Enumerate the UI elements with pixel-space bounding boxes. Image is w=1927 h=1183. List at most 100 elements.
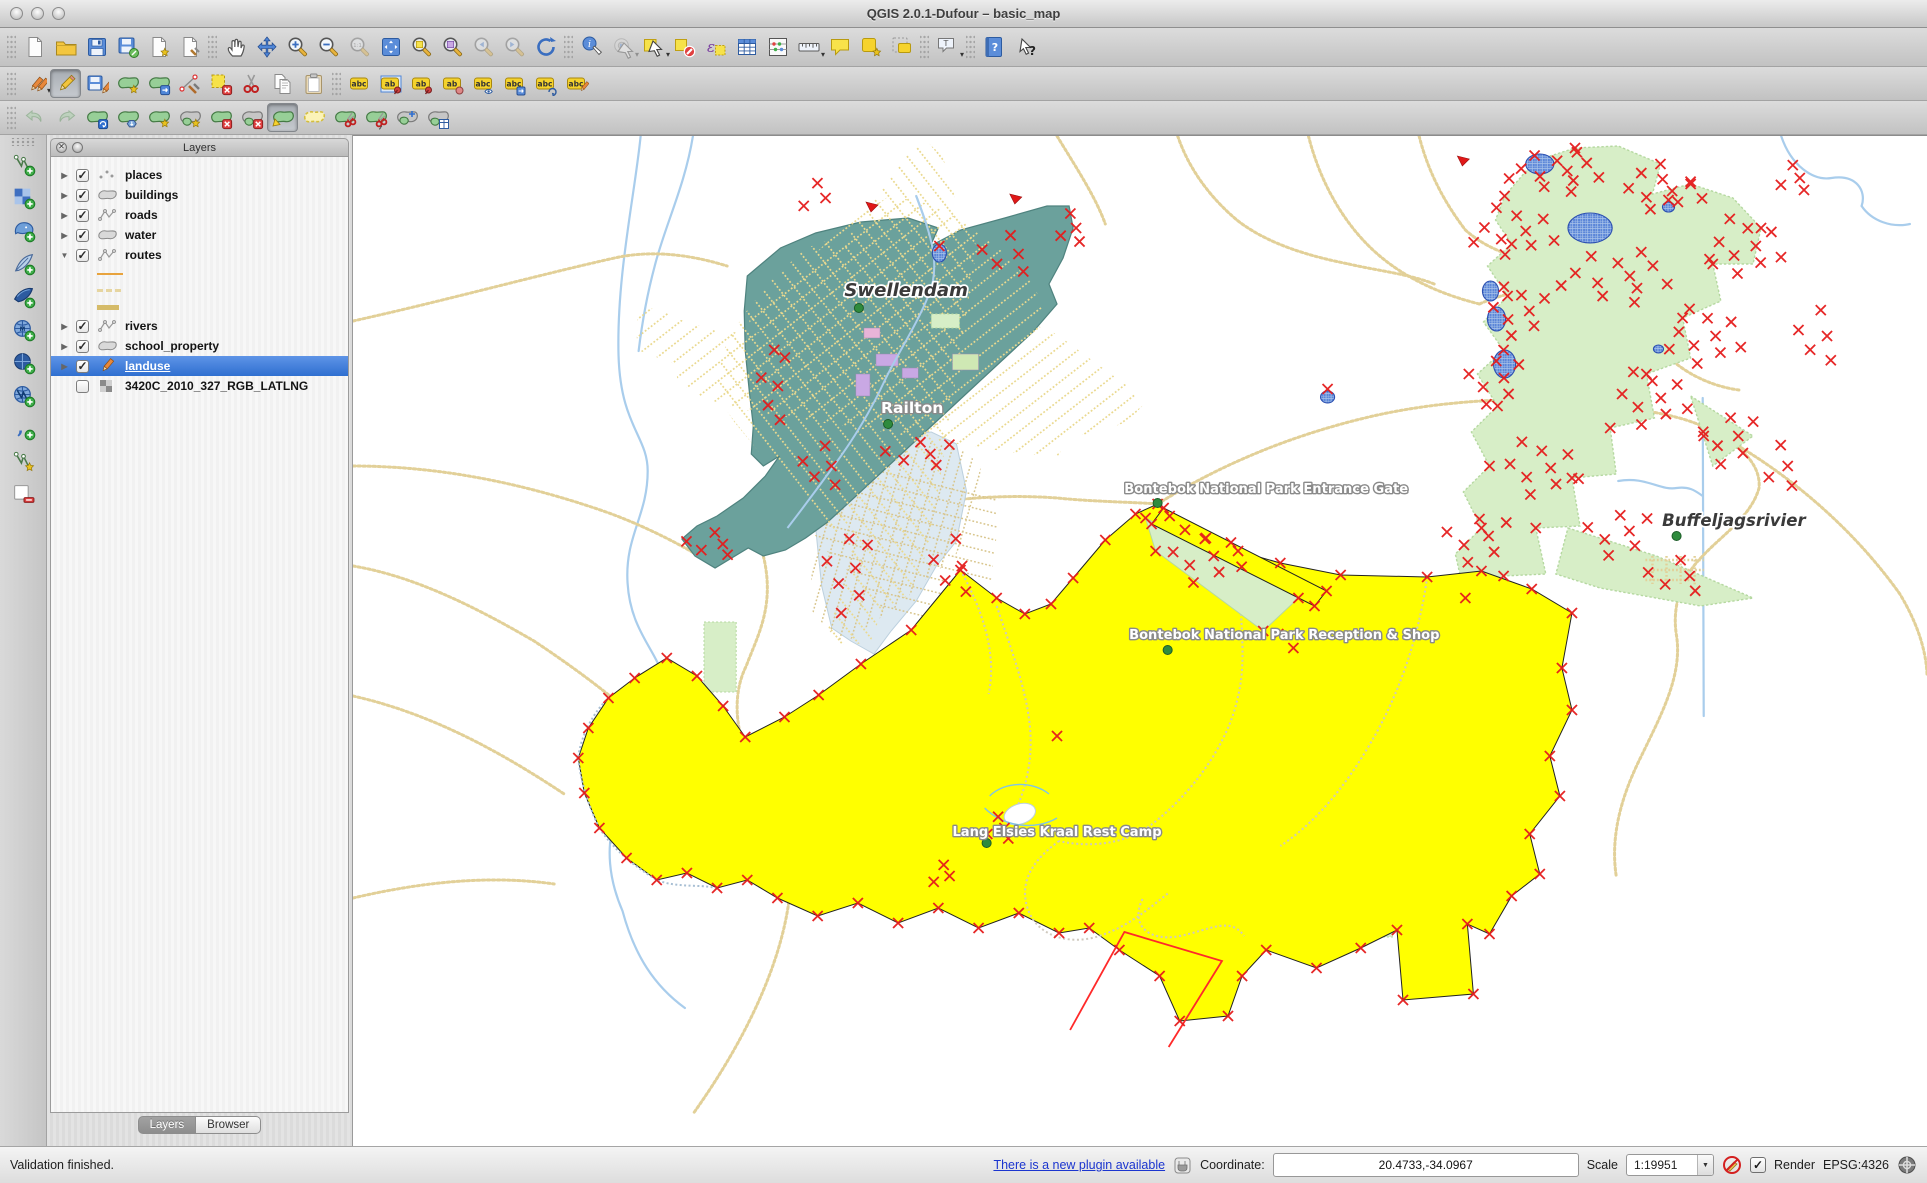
split-parts-button[interactable] — [360, 103, 391, 132]
zoom-to-layer-button[interactable] — [437, 33, 468, 62]
expand-arrow-icon[interactable]: ▶ — [60, 211, 69, 220]
remove-layer-button[interactable] — [8, 480, 39, 509]
minimize-window-button[interactable] — [31, 7, 44, 20]
layer-item-school_property[interactable]: ▶✓school_property — [51, 336, 348, 356]
save-as-image-button[interactable] — [143, 33, 174, 62]
layer-checkbox[interactable]: ✓ — [76, 360, 89, 373]
scale-dropdown-arrow[interactable]: ▼ — [1697, 1155, 1713, 1175]
layer-checkbox[interactable]: ✓ — [76, 249, 89, 262]
scale-combo[interactable]: 1:19951 ▼ — [1626, 1154, 1714, 1176]
layer-checkbox[interactable]: ✓ — [76, 209, 89, 222]
layer-checkbox[interactable]: ✓ — [76, 189, 89, 202]
close-window-button[interactable] — [10, 7, 23, 20]
show-hide-labels-button[interactable]: abc — [468, 69, 499, 98]
identify-features-button[interactable]: i — [576, 33, 607, 62]
plugin-link[interactable]: There is a new plugin available — [993, 1158, 1165, 1172]
move-label-button[interactable]: abc — [499, 69, 530, 98]
add-wcs-layer-button[interactable] — [8, 348, 39, 377]
new-bookmark-button[interactable] — [855, 33, 886, 62]
pin-unpin-labels-button[interactable]: ab — [406, 69, 437, 98]
merge-attributes-button[interactable] — [422, 103, 453, 132]
add-postgis-layer-button[interactable] — [8, 216, 39, 245]
layer-item-water[interactable]: ▶✓water — [51, 225, 348, 245]
zoom-out-button[interactable] — [313, 33, 344, 62]
add-raster-layer-button[interactable] — [8, 183, 39, 212]
refresh-map-button[interactable] — [530, 33, 561, 62]
rotate-feature-button[interactable] — [81, 103, 112, 132]
plugin-icon[interactable] — [1173, 1156, 1192, 1175]
dock-tab-browser[interactable]: Browser — [196, 1116, 261, 1134]
map-canvas[interactable]: SwellendamRailtonBontebok National Park … — [353, 135, 1927, 1146]
add-feature-button[interactable] — [112, 69, 143, 98]
layer-checkbox[interactable]: ✓ — [76, 169, 89, 182]
save-layer-edits-button[interactable] — [81, 69, 112, 98]
coordinate-input[interactable] — [1273, 1153, 1579, 1177]
zoom-full-button[interactable] — [375, 33, 406, 62]
expand-arrow-icon[interactable]: ▶ — [60, 171, 69, 180]
new-print-composer-button[interactable] — [174, 33, 205, 62]
move-feature-button[interactable] — [143, 69, 174, 98]
show-bookmarks-button[interactable] — [886, 33, 917, 62]
text-annotation-button[interactable]: T▾ — [932, 33, 963, 62]
add-wms-layer-button[interactable]: M — [8, 315, 39, 344]
highlight-pinned-labels-button[interactable]: ab — [437, 69, 468, 98]
help-contents-button[interactable]: ? — [978, 33, 1009, 62]
expand-arrow-icon[interactable]: ▶ — [60, 231, 69, 240]
node-tool-button[interactable] — [174, 69, 205, 98]
layer-item-routes[interactable]: ▼✓routes — [51, 245, 348, 265]
reshape-features-button[interactable] — [267, 103, 298, 132]
labeling-button[interactable]: ab — [375, 69, 406, 98]
paste-features-button[interactable] — [298, 69, 329, 98]
stop-render-icon[interactable] — [1722, 1155, 1742, 1175]
labeling-options-button[interactable]: abc — [344, 69, 375, 98]
delete-part-button[interactable] — [236, 103, 267, 132]
select-features-button[interactable]: ▾ — [638, 33, 669, 62]
delete-selected-button[interactable] — [205, 69, 236, 98]
expand-arrow-icon[interactable]: ▶ — [60, 322, 69, 331]
field-calculator-button[interactable] — [762, 33, 793, 62]
rotate-label-button[interactable]: abc — [530, 69, 561, 98]
layer-item-landuse[interactable]: ▶✓landuse — [51, 356, 348, 376]
expand-arrow-icon[interactable]: ▶ — [60, 362, 69, 371]
text-annotation-dropdown-arrow[interactable]: ▾ — [960, 51, 964, 59]
layer-checkbox[interactable]: ✓ — [76, 229, 89, 242]
layer-checkbox[interactable]: ✓ — [76, 340, 89, 353]
save-project-as-button[interactable] — [112, 33, 143, 62]
open-project-button[interactable] — [50, 33, 81, 62]
render-checkbox[interactable]: ✓ — [1750, 1157, 1766, 1173]
new-shapefile-layer-button[interactable] — [8, 447, 39, 476]
deselect-features-button[interactable] — [669, 33, 700, 62]
layer-checkbox[interactable]: ✓ — [76, 320, 89, 333]
copy-features-button[interactable] — [267, 69, 298, 98]
add-spatialite-layer-button[interactable] — [8, 249, 39, 278]
expand-arrow-icon[interactable]: ▶ — [60, 342, 69, 351]
layer-item-roads[interactable]: ▶✓roads — [51, 205, 348, 225]
panel-close-button[interactable]: ✕ — [56, 142, 67, 153]
zoom-in-button[interactable] — [282, 33, 313, 62]
whats-this-button[interactable]: ? — [1009, 33, 1040, 62]
add-mssql-layer-button[interactable] — [8, 282, 39, 311]
layer-item-3420C_2010_327_RGB_LATLNG[interactable]: ✓3420C_2010_327_RGB_LATLNG — [51, 376, 348, 396]
delete-ring-button[interactable] — [205, 103, 236, 132]
add-ring-button[interactable] — [143, 103, 174, 132]
zoom-window-button[interactable] — [52, 7, 65, 20]
change-label-button[interactable]: abc — [561, 69, 592, 98]
add-delimited-text-layer-button[interactable]: , — [8, 414, 39, 443]
measure-button[interactable]: ▾ — [793, 33, 824, 62]
pan-map-button[interactable] — [220, 33, 251, 62]
merge-features-button[interactable] — [391, 103, 422, 132]
current-edits-button[interactable]: ▾ — [19, 69, 50, 98]
split-features-button[interactable] — [329, 103, 360, 132]
save-project-button[interactable] — [81, 33, 112, 62]
zoom-to-selection-button[interactable] — [406, 33, 437, 62]
panel-float-button[interactable] — [72, 142, 83, 153]
layer-item-buildings[interactable]: ▶✓buildings — [51, 185, 348, 205]
cut-features-button[interactable] — [236, 69, 267, 98]
offset-curve-button[interactable] — [298, 103, 329, 132]
layer-item-places[interactable]: ▶✓places — [51, 165, 348, 185]
layer-checkbox[interactable]: ✓ — [76, 380, 89, 393]
toggle-editing-button[interactable] — [50, 69, 81, 98]
dock-tab-layers[interactable]: Layers — [138, 1116, 197, 1134]
crs-projection-icon[interactable] — [1897, 1155, 1917, 1175]
add-part-button[interactable] — [174, 103, 205, 132]
